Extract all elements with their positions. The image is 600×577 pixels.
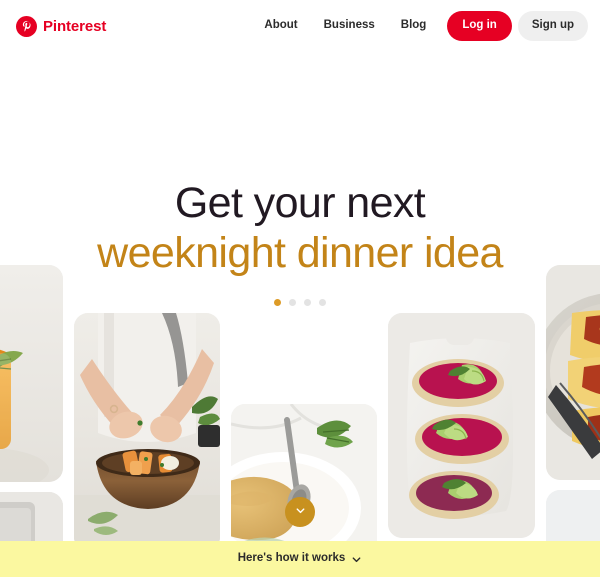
food-card-right-partial[interactable] bbox=[546, 490, 600, 541]
nav-link-business[interactable]: Business bbox=[311, 14, 388, 38]
chevron-down-icon bbox=[294, 504, 307, 520]
food-card-hands-wooden-bowl-image bbox=[74, 313, 220, 541]
food-card-baking-tray[interactable] bbox=[0, 492, 63, 541]
login-button[interactable]: Log in bbox=[447, 11, 512, 41]
food-card-soup-glass[interactable] bbox=[0, 265, 63, 482]
how-it-works-bar[interactable]: Here's how it works bbox=[0, 541, 600, 577]
how-it-works-label: Here's how it works bbox=[237, 552, 346, 565]
nav-link-blog[interactable]: Blog bbox=[388, 14, 440, 38]
carousel-dot-4[interactable] bbox=[319, 299, 326, 306]
food-card-beet-avocado-toast[interactable] bbox=[388, 313, 535, 538]
pinterest-logo-text: Pinterest bbox=[43, 17, 107, 35]
carousel-dots bbox=[0, 299, 600, 306]
food-card-soup-glass-image bbox=[0, 265, 63, 482]
chevron-down-icon bbox=[351, 554, 362, 565]
main-navigation: About Business Blog Log in Sign up bbox=[251, 11, 588, 41]
food-card-hands-wooden-bowl[interactable] bbox=[74, 313, 220, 541]
carousel-dot-1[interactable] bbox=[274, 299, 281, 306]
food-card-skillet-flatbread[interactable] bbox=[546, 265, 600, 480]
pinterest-landing-page: Pinterest About Business Blog Log in Sig… bbox=[0, 0, 600, 577]
carousel-dot-3[interactable] bbox=[304, 299, 311, 306]
scroll-down-button[interactable] bbox=[285, 497, 315, 527]
hero-heading: Get your next weeknight dinner idea bbox=[0, 178, 600, 279]
site-header: Pinterest About Business Blog Log in Sig… bbox=[0, 0, 600, 52]
signup-button[interactable]: Sign up bbox=[517, 11, 588, 41]
pinterest-logo-icon bbox=[16, 15, 37, 37]
pinterest-logo[interactable]: Pinterest bbox=[16, 15, 107, 37]
hero-line-highlight: weeknight dinner idea bbox=[97, 229, 503, 278]
carousel-dot-2[interactable] bbox=[289, 299, 296, 306]
food-card-baking-tray-image bbox=[0, 492, 63, 541]
hero-line-primary: Get your next bbox=[174, 179, 426, 227]
food-card-beet-avocado-toast-image bbox=[388, 313, 535, 538]
nav-link-about[interactable]: About bbox=[251, 14, 310, 38]
food-card-skillet-flatbread-image bbox=[546, 265, 600, 480]
food-card-right-partial-image bbox=[546, 490, 600, 541]
